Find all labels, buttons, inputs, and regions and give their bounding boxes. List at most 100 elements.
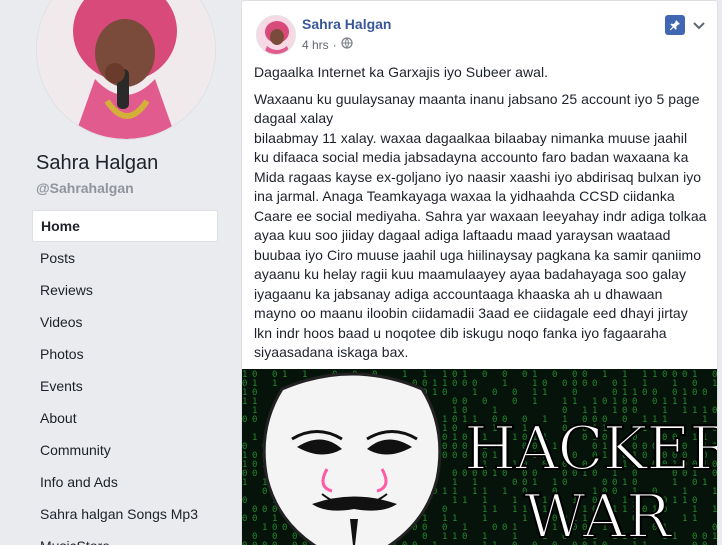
svg-text:0: 0 <box>452 451 457 461</box>
hacker-war-image: 1011001101000001011010000000000110010011… <box>242 369 717 545</box>
nav-item-posts[interactable]: Posts <box>32 242 218 274</box>
svg-text:1: 1 <box>672 532 677 542</box>
svg-text:1: 1 <box>482 514 487 524</box>
globe-icon[interactable] <box>341 37 353 52</box>
page-name[interactable]: Sahra Halgan <box>36 152 158 175</box>
svg-text:0: 0 <box>412 541 417 545</box>
svg-text:1: 1 <box>712 379 717 389</box>
svg-text:0: 0 <box>662 370 667 380</box>
post-line: bilaabmay 11 xalay. waxaa dagaalkaa bila… <box>254 129 688 146</box>
svg-text:0: 0 <box>442 388 447 398</box>
svg-text:0: 0 <box>252 514 257 524</box>
nav-item-info-and-ads[interactable]: Info and Ads <box>32 466 218 498</box>
svg-text:1: 1 <box>512 505 517 515</box>
svg-text:0: 0 <box>292 541 297 545</box>
image-text-war: WAR <box>524 482 673 545</box>
svg-text:0: 0 <box>422 532 427 542</box>
svg-text:0: 0 <box>502 523 507 533</box>
svg-text:1: 1 <box>672 397 677 407</box>
page-handle[interactable]: @Sahrahalgan <box>36 180 134 196</box>
svg-text:0: 0 <box>592 379 597 389</box>
post-header: Sahra Halgan 4 hrs · <box>254 13 705 57</box>
svg-text:0: 0 <box>402 541 407 545</box>
svg-text:1: 1 <box>432 388 437 398</box>
svg-text:0: 0 <box>652 397 657 407</box>
profile-photo-illustration <box>37 0 215 139</box>
post-line: iyagaanu ka jabsanay adiga accountaaga k… <box>254 285 663 302</box>
nav-item-videos[interactable]: Videos <box>32 306 218 338</box>
svg-text:0: 0 <box>562 379 567 389</box>
svg-text:1: 1 <box>262 523 267 533</box>
post-line: Waxaanu ku guulaysanay maanta inanu jabs… <box>254 90 700 107</box>
svg-text:0: 0 <box>262 505 267 515</box>
svg-text:1: 1 <box>242 397 247 407</box>
svg-text:1: 1 <box>472 487 477 497</box>
svg-text:0: 0 <box>262 487 267 497</box>
nav-item-community[interactable]: Community <box>32 434 218 466</box>
svg-text:0: 0 <box>442 451 447 461</box>
svg-text:0: 0 <box>512 541 517 545</box>
svg-text:0: 0 <box>272 541 277 545</box>
svg-text:1: 1 <box>682 514 687 524</box>
svg-text:0: 0 <box>582 379 587 389</box>
svg-text:0: 0 <box>242 415 247 425</box>
svg-text:1: 1 <box>462 496 467 506</box>
separator-dot: · <box>332 37 337 52</box>
post-line: ku difaaca social media jabsadayna accou… <box>254 149 689 165</box>
svg-text:1: 1 <box>542 388 547 398</box>
svg-text:0: 0 <box>282 523 287 533</box>
svg-text:1: 1 <box>442 532 447 542</box>
post-line: siyaasadana iskaga bax. <box>254 344 409 360</box>
svg-text:1: 1 <box>482 541 487 545</box>
svg-text:1: 1 <box>712 532 717 542</box>
svg-text:1: 1 <box>432 541 437 545</box>
post-line: mayno oo maanu iloobin ciidamadii 3aad e… <box>254 305 688 321</box>
svg-text:1: 1 <box>572 397 577 407</box>
post-author[interactable]: Sahra Halgan <box>302 16 391 32</box>
post-time[interactable]: 4 hrs <box>302 38 329 52</box>
chevron-down-icon[interactable] <box>691 17 707 33</box>
svg-text:0: 0 <box>642 388 647 398</box>
nav-item-reviews[interactable]: Reviews <box>32 274 218 306</box>
svg-text:1: 1 <box>242 478 247 488</box>
nav-item-about[interactable]: About <box>32 402 218 434</box>
svg-text:0: 0 <box>252 541 257 545</box>
nav-item-musicstore[interactable]: MusicStore <box>32 530 218 545</box>
post-card: Sahra Halgan 4 hrs · Dagaalka Internet k… <box>241 0 718 545</box>
svg-text:0: 0 <box>242 496 247 506</box>
post-paragraph-body: Waxaanu ku guulaysanay maanta inanu jabs… <box>254 90 714 363</box>
post-line: ina jarmal. Anaga Teamkayaga waxaa la yi… <box>254 188 675 204</box>
author-avatar[interactable] <box>256 15 296 55</box>
svg-text:1: 1 <box>452 496 457 506</box>
svg-text:1: 1 <box>712 487 717 497</box>
post-image[interactable]: 1011001101000001011010000000000110010011… <box>242 369 717 545</box>
nav-item-events[interactable]: Events <box>32 370 218 402</box>
svg-text:1: 1 <box>502 379 507 389</box>
post-text: Dagaalka Internet ka Garxajis iyo Subeer… <box>254 63 714 363</box>
page-nav: Home Posts Reviews Videos Photos Events … <box>32 210 218 545</box>
svg-text:1: 1 <box>682 496 687 506</box>
svg-text:1: 1 <box>302 370 307 380</box>
nav-item-photos[interactable]: Photos <box>32 338 218 370</box>
svg-text:0: 0 <box>252 469 257 479</box>
profile-picture[interactable] <box>36 0 216 140</box>
nav-item-home[interactable]: Home <box>32 210 218 242</box>
svg-text:0: 0 <box>682 370 687 380</box>
svg-text:0: 0 <box>692 541 697 545</box>
svg-text:1: 1 <box>492 505 497 515</box>
svg-text:1: 1 <box>492 541 497 545</box>
svg-text:1: 1 <box>672 496 677 506</box>
svg-text:0: 0 <box>482 370 487 380</box>
post-line: ayaa kuu soo jiiday dagaal adiga laftaad… <box>254 227 671 243</box>
nav-item-songs-mp3[interactable]: Sahra halgan Songs Mp3 <box>32 498 218 530</box>
svg-text:1: 1 <box>532 397 537 407</box>
svg-text:0: 0 <box>492 388 497 398</box>
svg-text:1: 1 <box>472 388 477 398</box>
mask-illustration <box>262 372 442 545</box>
svg-text:1: 1 <box>282 370 287 380</box>
svg-text:1: 1 <box>402 370 407 380</box>
svg-text:0: 0 <box>702 388 707 398</box>
post-line: ayaanu ku helay ragii kuu maamulaayey ay… <box>254 266 686 282</box>
pin-icon[interactable] <box>665 15 685 35</box>
svg-text:0: 0 <box>512 397 517 407</box>
